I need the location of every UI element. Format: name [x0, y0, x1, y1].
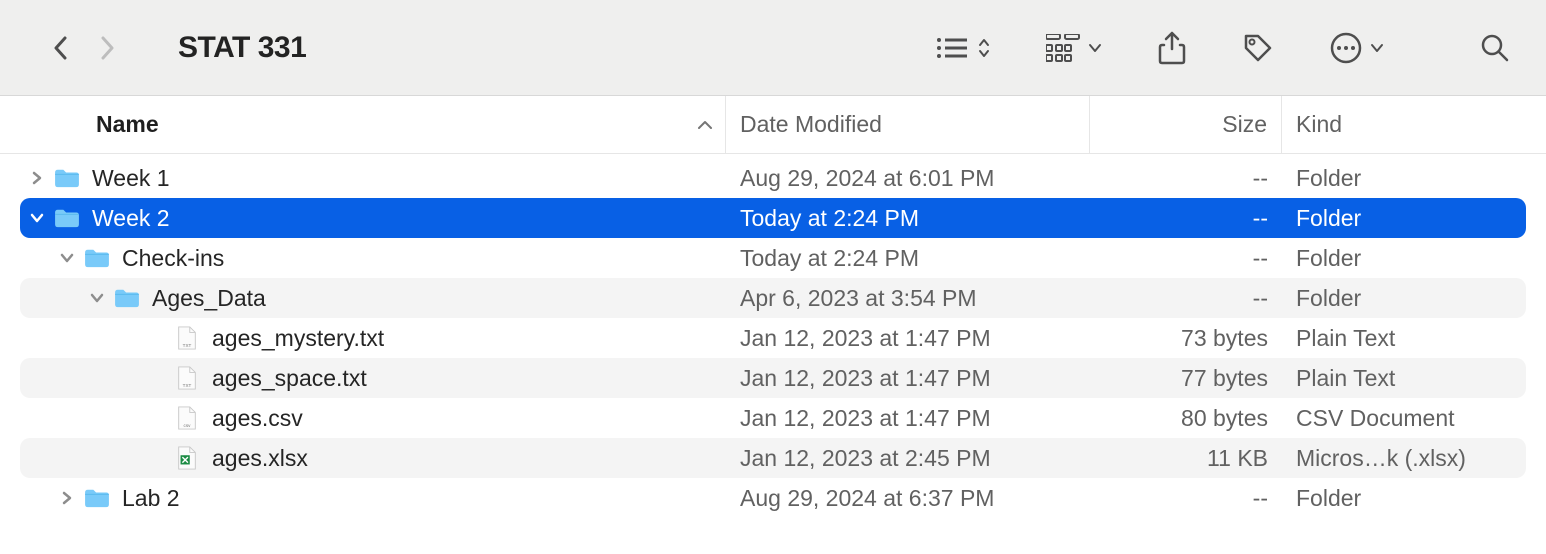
search-button[interactable]: [1480, 33, 1510, 63]
file-size: 11 KB: [1090, 445, 1282, 472]
file-name: Ages_Data: [152, 285, 266, 312]
file-date: Today at 2:24 PM: [726, 245, 1090, 272]
file-name: ages_mystery.txt: [212, 325, 384, 352]
toolbar: STAT 331: [0, 0, 1546, 96]
column-name[interactable]: Name: [0, 96, 726, 153]
file-date: Apr 6, 2023 at 3:54 PM: [726, 285, 1090, 312]
folder-icon: [112, 287, 142, 309]
file-date: Jan 12, 2023 at 1:47 PM: [726, 365, 1090, 392]
file-name: Check-ins: [122, 245, 224, 272]
chevron-updown-icon: [978, 37, 990, 59]
file-kind: Folder: [1282, 165, 1526, 192]
txt-icon: [172, 324, 202, 352]
tag-button[interactable]: [1242, 32, 1274, 64]
file-row[interactable]: ages_mystery.txt Jan 12, 2023 at 1:47 PM7…: [20, 318, 1526, 358]
disclosure-triangle[interactable]: [28, 171, 46, 185]
file-date: Jan 12, 2023 at 2:45 PM: [726, 445, 1090, 472]
file-size: --: [1090, 165, 1282, 192]
file-row[interactable]: Week 2 Today at 2:24 PM--Folder: [20, 198, 1526, 238]
column-name-label: Name: [96, 111, 159, 138]
file-name: ages.xlsx: [212, 445, 308, 472]
disclosure-triangle[interactable]: [58, 491, 76, 505]
disclosure-triangle[interactable]: [58, 253, 76, 263]
file-size: 77 bytes: [1090, 365, 1282, 392]
window-title: STAT 331: [178, 31, 306, 65]
toolbar-icons: [936, 31, 1510, 65]
file-size: --: [1090, 205, 1282, 232]
sort-indicator: [697, 120, 713, 130]
share-button[interactable]: [1158, 31, 1186, 65]
file-kind: Plain Text: [1282, 365, 1526, 392]
group-button[interactable]: [1046, 34, 1102, 62]
folder-icon: [52, 167, 82, 189]
column-kind[interactable]: Kind: [1282, 96, 1546, 153]
disclosure-triangle[interactable]: [88, 293, 106, 303]
file-date: Jan 12, 2023 at 1:47 PM: [726, 325, 1090, 352]
txt-icon: [172, 364, 202, 392]
file-row[interactable]: ages.xlsx Jan 12, 2023 at 2:45 PM11 KBMic…: [20, 438, 1526, 478]
csv-icon: [172, 404, 202, 432]
file-row[interactable]: Week 1 Aug 29, 2024 at 6:01 PM--Folder: [20, 158, 1526, 198]
file-kind: Folder: [1282, 485, 1526, 512]
folder-icon: [82, 487, 112, 509]
file-size: --: [1090, 245, 1282, 272]
file-size: 80 bytes: [1090, 405, 1282, 432]
more-button[interactable]: [1330, 32, 1384, 64]
nav-arrows: [50, 32, 118, 64]
xlsx-icon: [172, 444, 202, 472]
file-kind: Folder: [1282, 245, 1526, 272]
file-size: --: [1090, 285, 1282, 312]
chevron-down-icon: [1088, 43, 1102, 53]
view-mode-button[interactable]: [936, 36, 990, 60]
file-row[interactable]: Ages_Data Apr 6, 2023 at 3:54 PM--Folder: [20, 278, 1526, 318]
chevron-down-icon: [1370, 43, 1384, 53]
file-date: Aug 29, 2024 at 6:37 PM: [726, 485, 1090, 512]
column-header: Name Date Modified Size Kind: [0, 96, 1546, 154]
file-name: Week 1: [92, 165, 170, 192]
file-name: ages_space.txt: [212, 365, 367, 392]
file-list: Week 1Aug 29, 2024 at 6:01 PM--FolderWee…: [0, 154, 1546, 518]
file-name: Week 2: [92, 205, 170, 232]
folder-icon: [82, 247, 112, 269]
file-kind: Folder: [1282, 285, 1526, 312]
file-row[interactable]: Lab 2 Aug 29, 2024 at 6:37 PM--Folder: [20, 478, 1526, 518]
file-kind: Folder: [1282, 205, 1526, 232]
column-date[interactable]: Date Modified: [726, 96, 1090, 153]
file-name: ages.csv: [212, 405, 303, 432]
file-date: Aug 29, 2024 at 6:01 PM: [726, 165, 1090, 192]
forward-button[interactable]: [98, 32, 118, 64]
file-row[interactable]: Check-ins Today at 2:24 PM--Folder: [20, 238, 1526, 278]
file-kind: Plain Text: [1282, 325, 1526, 352]
file-kind: CSV Document: [1282, 405, 1526, 432]
folder-icon: [52, 207, 82, 229]
file-date: Jan 12, 2023 at 1:47 PM: [726, 405, 1090, 432]
file-kind: Micros…k (.xlsx): [1282, 445, 1526, 472]
file-size: --: [1090, 485, 1282, 512]
file-row[interactable]: ages_space.txt Jan 12, 2023 at 1:47 PM77 …: [20, 358, 1526, 398]
disclosure-triangle[interactable]: [28, 213, 46, 223]
file-name: Lab 2: [122, 485, 180, 512]
file-size: 73 bytes: [1090, 325, 1282, 352]
file-date: Today at 2:24 PM: [726, 205, 1090, 232]
file-row[interactable]: ages.csv Jan 12, 2023 at 1:47 PM80 bytesC…: [20, 398, 1526, 438]
column-size[interactable]: Size: [1090, 96, 1282, 153]
back-button[interactable]: [50, 32, 70, 64]
